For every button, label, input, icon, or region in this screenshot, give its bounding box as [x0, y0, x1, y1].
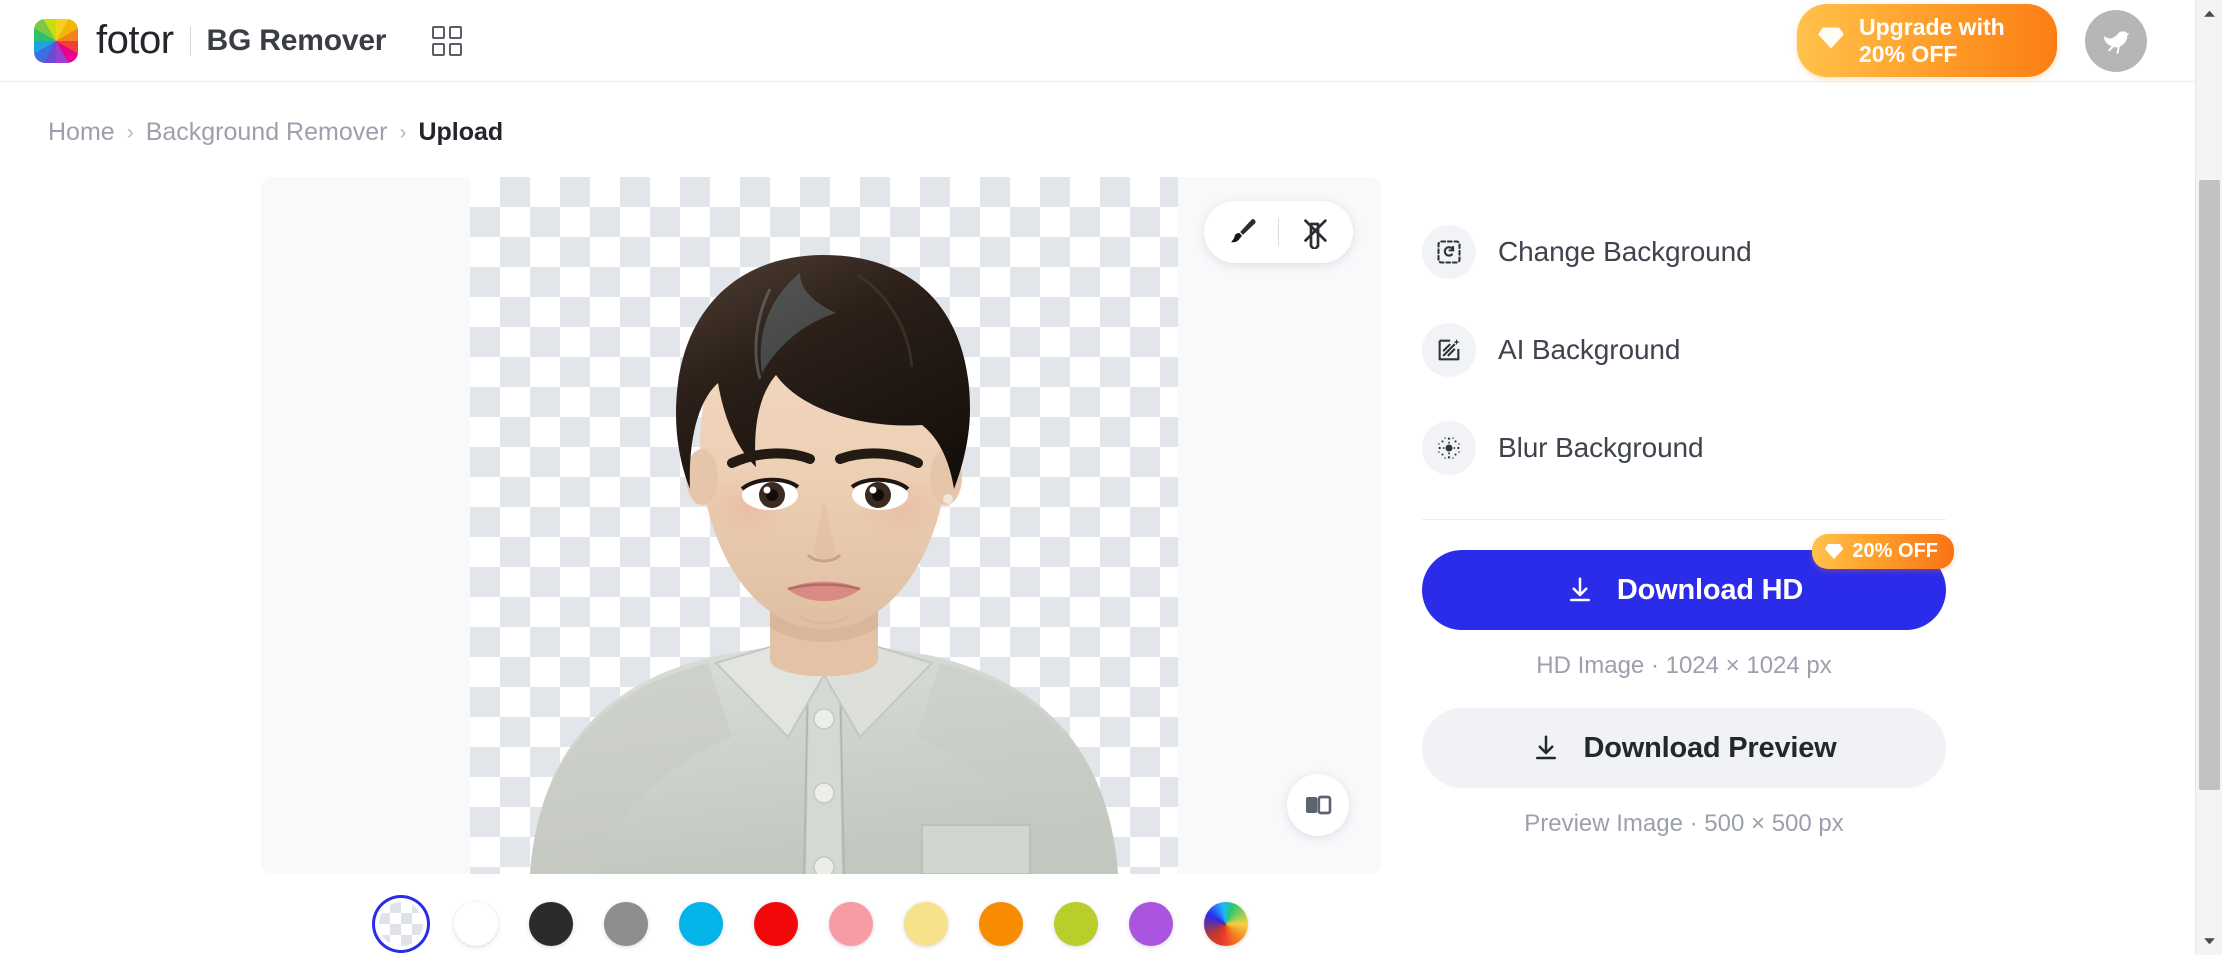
swatch-color	[604, 902, 648, 946]
breadcrumb-separator: ›	[127, 121, 134, 145]
swatch-purple[interactable]	[1125, 898, 1177, 950]
download-preview-button[interactable]: Download Preview	[1422, 708, 1946, 788]
option-blur-background[interactable]: Blur Background	[1422, 421, 1946, 475]
badge-label: 20% OFF	[1852, 540, 1938, 563]
apps-grid-icon[interactable]	[430, 24, 464, 58]
header-actions: Upgrade with 20% OFF	[1797, 4, 2147, 78]
swatch-gray[interactable]	[600, 898, 652, 950]
blur-background-icon	[1422, 421, 1476, 475]
options-side-panel: Change Background AI Background	[1422, 225, 1946, 838]
change-background-icon	[1422, 225, 1476, 279]
swatch-black[interactable]	[525, 898, 577, 950]
page-scrollbar[interactable]	[2195, 0, 2222, 955]
discount-badge: 20% OFF	[1812, 534, 1954, 569]
fotor-color-wheel-logo[interactable]	[34, 19, 78, 63]
bg-remover-page: fotor BG Remover Upgrade with 20% OFF	[0, 0, 2222, 955]
canvas-tool-pill	[1204, 201, 1353, 263]
brand-name[interactable]: fotor	[96, 18, 174, 63]
option-label: AI Background	[1498, 334, 1680, 366]
download-icon	[1531, 733, 1561, 763]
ai-background-icon	[1422, 323, 1476, 377]
header-divider	[190, 26, 191, 56]
scrollbar-thumb[interactable]	[2199, 180, 2220, 790]
breadcrumb-item-home[interactable]: Home	[48, 118, 115, 147]
upgrade-button[interactable]: Upgrade with 20% OFF	[1797, 4, 2057, 78]
image-canvas-panel	[261, 177, 1381, 874]
grid-cell	[432, 26, 445, 39]
diamond-icon	[1817, 26, 1845, 55]
swatch-lime[interactable]	[1050, 898, 1102, 950]
diamond-icon	[1824, 543, 1844, 560]
option-label: Change Background	[1498, 236, 1752, 268]
background-color-swatches	[375, 898, 1252, 950]
download-hd-wrapper: 20% OFF Download HD	[1422, 550, 1946, 630]
tool-divider	[1278, 218, 1279, 246]
app-title: BG Remover	[207, 24, 387, 58]
swatch-white[interactable]	[450, 898, 502, 950]
upgrade-label: Upgrade with 20% OFF	[1859, 14, 2005, 68]
swatch-color	[1129, 902, 1173, 946]
option-label: Blur Background	[1498, 432, 1704, 464]
swatch-rainbow-picker[interactable]	[1200, 898, 1252, 950]
download-hd-label: Download HD	[1617, 574, 1803, 607]
app-header: fotor BG Remover Upgrade with 20% OFF	[0, 0, 2195, 82]
panel-divider	[1422, 519, 1946, 520]
magic-eraser-icon[interactable]	[1297, 215, 1331, 249]
swatch-color	[679, 902, 723, 946]
option-change-background[interactable]: Change Background	[1422, 225, 1946, 279]
swatch-color	[829, 902, 873, 946]
paintbrush-icon[interactable]	[1226, 215, 1260, 249]
swatch-sky-blue[interactable]	[675, 898, 727, 950]
user-avatar[interactable]	[2085, 10, 2147, 72]
swatch-light-yellow[interactable]	[900, 898, 952, 950]
swatch-red[interactable]	[750, 898, 802, 950]
swatch-color	[979, 902, 1023, 946]
bird-avatar-icon	[2099, 24, 2133, 58]
chevron-down-icon[interactable]	[2196, 928, 2222, 955]
option-ai-background[interactable]: AI Background	[1422, 323, 1946, 377]
swatch-pink[interactable]	[825, 898, 877, 950]
upgrade-line-2: 20% OFF	[1859, 41, 1957, 67]
download-preview-label: Download Preview	[1583, 732, 1836, 765]
breadcrumb-item-background-remover[interactable]: Background Remover	[146, 118, 388, 147]
download-preview-meta: Preview Image · 500 × 500 px	[1422, 810, 1946, 838]
grid-cell	[432, 43, 445, 56]
before-after-compare-icon[interactable]	[1287, 774, 1349, 836]
swatch-color	[379, 902, 423, 946]
grid-cell	[449, 43, 462, 56]
chevron-up-icon[interactable]	[2196, 0, 2222, 27]
swatch-color	[1204, 902, 1248, 946]
swatch-orange[interactable]	[975, 898, 1027, 950]
swatch-color	[754, 902, 798, 946]
portrait-photo-person	[470, 177, 1178, 874]
swatch-color	[1054, 902, 1098, 946]
breadcrumb-item-upload: Upload	[418, 118, 503, 147]
breadcrumb-separator: ›	[399, 121, 406, 145]
grid-cell	[449, 26, 462, 39]
upgrade-line-1: Upgrade with	[1859, 14, 2005, 40]
download-hd-meta: HD Image · 1024 × 1024 px	[1422, 652, 1946, 680]
swatch-transparent[interactable]	[375, 898, 427, 950]
swatch-color	[904, 902, 948, 946]
download-icon	[1565, 575, 1595, 605]
breadcrumb: Home › Background Remover › Upload	[48, 118, 503, 147]
swatch-color	[529, 902, 573, 946]
swatch-color	[454, 902, 498, 946]
